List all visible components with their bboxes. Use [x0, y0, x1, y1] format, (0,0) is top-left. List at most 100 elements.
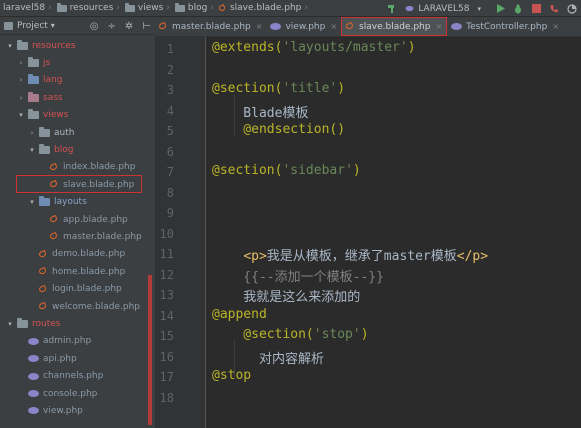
- folder-icon: [39, 196, 50, 207]
- tree-item[interactable]: channels.php: [0, 368, 155, 385]
- breadcrumb-label: views: [137, 3, 164, 13]
- chevron-down-icon[interactable]: ▾: [6, 320, 14, 328]
- close-icon[interactable]: ×: [435, 22, 442, 31]
- tree-item[interactable]: console.php: [0, 385, 155, 402]
- project-panel-title[interactable]: Project: [17, 21, 48, 31]
- breadcrumb-label: resources: [69, 3, 114, 13]
- tree-item[interactable]: master.blade.php: [0, 228, 155, 245]
- breadcrumb-blog[interactable]: blog ›: [174, 2, 217, 13]
- blade-file-icon: [50, 163, 59, 172]
- tree-item-label: sass: [43, 92, 63, 103]
- target-icon[interactable]: ◎: [90, 21, 99, 32]
- line-number: 18: [159, 390, 174, 405]
- tree-item[interactable]: ▾ routes: [0, 315, 155, 332]
- tree-item[interactable]: ▾ blog: [0, 141, 155, 158]
- run-icon[interactable]: [494, 3, 506, 15]
- tree-item-label: api.php: [43, 353, 77, 364]
- phone-icon[interactable]: [548, 3, 560, 15]
- hide-icon[interactable]: ⊢: [142, 21, 151, 32]
- tree-item[interactable]: index.blade.php: [0, 159, 155, 176]
- tree-item[interactable]: › auth: [0, 124, 155, 141]
- breadcrumb-project[interactable]: laravel58 ›: [3, 3, 55, 13]
- chevron-down-icon[interactable]: ▾: [28, 146, 36, 154]
- tree-item[interactable]: view.php: [0, 402, 155, 419]
- chevron-down-icon[interactable]: ▾: [28, 198, 36, 206]
- code-token: 我是从模板，继承了master模板: [266, 249, 457, 264]
- line-number: 15: [159, 329, 174, 343]
- tree-item[interactable]: welcome.blade.php: [0, 298, 155, 315]
- hammer-icon[interactable]: [386, 3, 398, 15]
- close-icon[interactable]: ×: [552, 22, 559, 31]
- chevron-right-icon[interactable]: ›: [17, 94, 25, 102]
- code-token: Blade模板: [212, 105, 309, 121]
- blade-file-icon: [39, 302, 48, 311]
- tree-item[interactable]: admin.php: [0, 333, 155, 350]
- tree-item[interactable]: ▾ views: [0, 107, 155, 124]
- code-line: @stop: [212, 368, 251, 383]
- chevron-right-icon[interactable]: ›: [17, 76, 25, 84]
- code-editor[interactable]: @extends('layouts/master') @section('titl…: [206, 37, 581, 428]
- run-configuration-select[interactable]: LARAVEL58 ▾: [401, 3, 485, 14]
- debug-icon[interactable]: [512, 3, 524, 15]
- project-panel-header: Project ▾ ◎ ÷ ✲ ⊢: [0, 17, 155, 35]
- breadcrumb-file[interactable]: slave.blade.php ›: [219, 3, 311, 13]
- line-number: 3: [166, 83, 174, 97]
- tree-item[interactable]: ▾ layouts: [0, 194, 155, 211]
- line-number: 4: [166, 103, 174, 118]
- folder-icon: [28, 91, 39, 102]
- folder-icon: [174, 2, 185, 12]
- code-token: </p>: [456, 249, 489, 264]
- tree-item[interactable]: ▾ resources: [0, 37, 155, 54]
- tree-item[interactable]: demo.blade.php: [0, 246, 155, 263]
- folder-icon: [28, 109, 39, 120]
- code-token: 'stop': [313, 327, 361, 342]
- chevron-right-icon: ›: [166, 3, 170, 13]
- code-token: 对内容解析: [212, 351, 324, 367]
- blade-file-icon: [39, 285, 48, 294]
- chevron-down-icon[interactable]: ▾: [17, 111, 25, 119]
- close-icon[interactable]: ×: [330, 22, 337, 31]
- tab-testcontroller-php[interactable]: TestController.php ×: [447, 17, 563, 36]
- coverage-icon[interactable]: [566, 3, 578, 15]
- blade-file-icon: [50, 215, 59, 224]
- line-number: 11: [159, 247, 174, 261]
- code-token: 我就是这么来添加的: [212, 290, 361, 305]
- code-line: @section('stop'): [212, 327, 368, 342]
- collapse-icon[interactable]: ÷: [108, 21, 116, 32]
- tree-item-label: demo.blade.php: [52, 249, 126, 260]
- stop-icon[interactable]: [530, 3, 542, 15]
- chevron-down-icon[interactable]: ▾: [51, 21, 55, 30]
- line-number: 12: [159, 267, 174, 282]
- blade-file-icon: [346, 22, 355, 31]
- tree-scrollbar[interactable]: [148, 275, 152, 425]
- php-file-icon: [451, 23, 463, 30]
- gear-icon[interactable]: ✲: [125, 21, 133, 32]
- folder-icon: [28, 56, 39, 67]
- tab-master-blade-php[interactable]: master.blade.php ×: [155, 17, 266, 36]
- code-token: ): [407, 40, 416, 55]
- tree-item[interactable]: api.php: [0, 350, 155, 367]
- breadcrumb-resources[interactable]: resources ›: [56, 2, 123, 13]
- chevron-right-icon[interactable]: ›: [17, 59, 25, 67]
- tree-item[interactable]: › lang: [0, 72, 155, 89]
- tree-item[interactable]: app.blade.php: [0, 211, 155, 228]
- line-number: 16: [159, 349, 174, 364]
- tree-item[interactable]: › sass: [0, 89, 155, 106]
- tree-item-label: login.blade.php: [52, 284, 122, 295]
- breadcrumb-label: laravel58: [3, 3, 46, 13]
- tree-item-label: app.blade.php: [63, 214, 128, 225]
- chevron-down-icon[interactable]: ▾: [6, 42, 14, 50]
- chevron-right-icon[interactable]: ›: [28, 129, 36, 137]
- folder-icon: [17, 317, 28, 328]
- code-token: 'sidebar': [282, 163, 353, 178]
- tree-item[interactable]: › js: [0, 54, 155, 71]
- php-file-icon: [28, 355, 39, 363]
- folder-icon: [39, 126, 50, 137]
- code-token: @append: [212, 306, 267, 322]
- tab-slave-blade-php[interactable]: slave.blade.php ×: [341, 17, 448, 36]
- close-icon[interactable]: ×: [256, 22, 263, 31]
- tree-item[interactable]: home.blade.php: [0, 263, 155, 280]
- tree-item[interactable]: login.blade.php: [0, 281, 155, 298]
- breadcrumb-views[interactable]: views ›: [124, 2, 173, 13]
- tab-view-php[interactable]: view.php ×: [266, 17, 341, 36]
